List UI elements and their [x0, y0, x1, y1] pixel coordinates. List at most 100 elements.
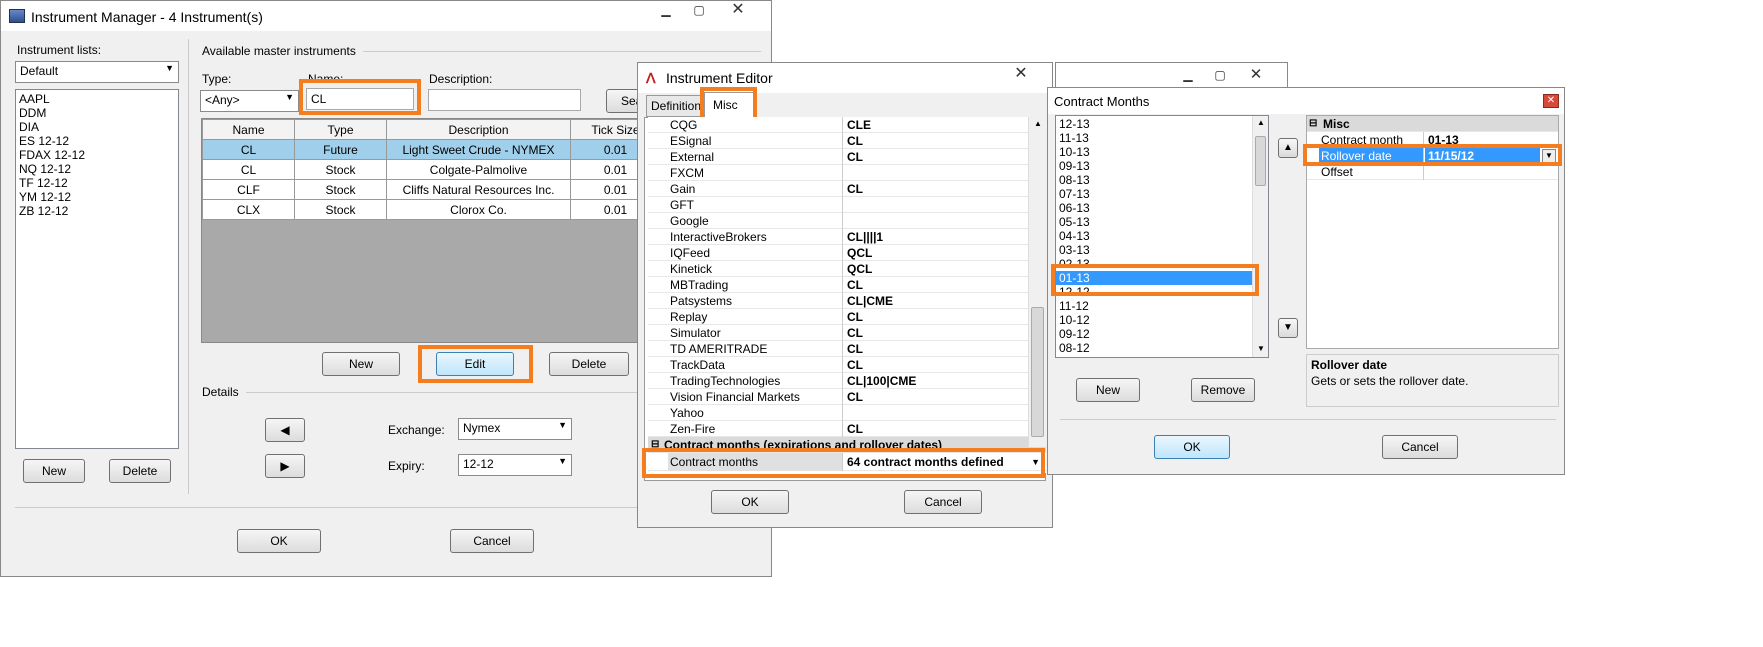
month-item[interactable]: 11-12 [1056, 299, 1268, 313]
exchange-select[interactable]: Nymex ▼ [458, 418, 572, 440]
column-header[interactable]: Type [294, 119, 387, 140]
next-arrow-button[interactable]: ▶ [265, 454, 305, 478]
ok-button[interactable]: OK [237, 529, 321, 553]
cm-cancel-button[interactable]: Cancel [1382, 435, 1458, 459]
property-row[interactable]: Yahoo [648, 405, 1046, 421]
month-item[interactable]: 07-13 [1056, 187, 1268, 201]
instrument-list[interactable]: AAPL DDM DIA ES 12-12 FDAX 12-12 NQ 12-12 TF 1… [15, 89, 179, 449]
move-up-button[interactable]: ▲ [1278, 138, 1298, 158]
bg-maximize-button[interactable]: ▢ [1205, 66, 1235, 86]
property-value[interactable]: CL [844, 325, 1026, 341]
month-item[interactable]: 12-13 [1056, 117, 1268, 131]
editor-ok-button[interactable]: OK [711, 490, 789, 514]
property-value[interactable]: CL [844, 341, 1026, 357]
scroll-up-icon[interactable]: ▲ [1257, 118, 1265, 127]
property-value[interactable]: CL [844, 277, 1026, 293]
delete-list-button[interactable]: Delete [109, 459, 171, 483]
list-item[interactable]: FDAX 12-12 [16, 148, 178, 162]
month-item[interactable]: 09-12 [1056, 327, 1268, 341]
description-input[interactable] [428, 89, 581, 111]
property-value[interactable]: QCL [844, 245, 1026, 261]
move-down-button[interactable]: ▼ [1278, 318, 1298, 338]
property-value[interactable]: CL [844, 421, 1026, 437]
editor-close-button[interactable]: ✕ [1006, 65, 1036, 85]
property-row[interactable]: External CL [648, 149, 1046, 165]
property-value[interactable]: CL [844, 309, 1026, 325]
previous-arrow-button[interactable]: ◀ [265, 418, 305, 442]
minimize-button[interactable]: ▁ [651, 1, 681, 21]
contract-month-list[interactable]: 12-13 11-13 10-13 09-13 08-13 07-13 06-13 05-13… [1055, 115, 1269, 358]
offset-row[interactable]: Offset [1307, 164, 1558, 180]
month-item[interactable]: 10-13 [1056, 145, 1268, 159]
new-month-button[interactable]: New [1076, 378, 1140, 402]
property-value[interactable]: CLE [844, 117, 1026, 133]
month-item[interactable]: 06-13 [1056, 201, 1268, 215]
cm-close-button[interactable]: ✕ [1543, 94, 1559, 108]
property-row[interactable]: Replay CL [648, 309, 1046, 325]
type-select[interactable]: <Any> ▼ [200, 90, 299, 112]
cancel-button[interactable]: Cancel [450, 529, 534, 553]
property-row[interactable]: Patsystems CL|CME [648, 293, 1046, 309]
property-row[interactable]: FXCM [648, 165, 1046, 181]
property-row[interactable]: ESignal CL [648, 133, 1046, 149]
property-row[interactable]: IQFeed QCL [648, 245, 1046, 261]
property-value[interactable]: CL [844, 133, 1026, 149]
bg-close-button[interactable]: ✕ [1241, 66, 1271, 86]
property-row[interactable]: Google [648, 213, 1046, 229]
property-row[interactable]: CQG CLE [648, 117, 1046, 133]
tab-definition[interactable]: Definition [646, 95, 704, 117]
list-item[interactable]: AAPL [16, 92, 178, 106]
property-value[interactable]: CL [844, 149, 1026, 165]
property-scrollbar[interactable]: ▲ [1028, 117, 1046, 447]
property-value[interactable]: CL||||1 [844, 229, 1026, 245]
property-row[interactable]: Gain CL [648, 181, 1046, 197]
month-item[interactable]: 08-12 [1056, 341, 1268, 355]
month-item[interactable]: 09-13 [1056, 159, 1268, 173]
property-grid[interactable]: CQG CLE ESignal CL External CL FXCM Gain CL GFT Go… [648, 117, 1046, 473]
property-row[interactable]: Vision Financial Markets CL [648, 389, 1046, 405]
scroll-up-icon[interactable]: ▲ [1034, 119, 1042, 128]
table-row[interactable]: CL Future Light Sweet Crude - NYMEX 0.01 [202, 139, 660, 160]
cm-ok-button[interactable]: OK [1154, 435, 1230, 459]
property-value[interactable]: QCL [844, 261, 1026, 277]
property-value[interactable]: CL [844, 357, 1026, 373]
property-row[interactable]: TrackData CL [648, 357, 1046, 373]
table-row[interactable]: CLX Stock Clorox Co. 0.01 [202, 199, 660, 220]
list-item[interactable]: ZB 12-12 [16, 204, 178, 218]
list-item[interactable]: TF 12-12 [16, 176, 178, 190]
maximize-button[interactable]: ▢ [684, 1, 714, 21]
month-item[interactable]: 10-12 [1056, 313, 1268, 327]
month-item[interactable]: 03-13 [1056, 243, 1268, 257]
column-header[interactable]: Name [202, 119, 295, 140]
new-list-button[interactable]: New [23, 459, 85, 483]
editor-cancel-button[interactable]: Cancel [904, 490, 982, 514]
property-value[interactable]: CL|CME [844, 293, 1026, 309]
column-header[interactable]: Description [386, 119, 571, 140]
property-row[interactable]: TD AMERITRADE CL [648, 341, 1046, 357]
list-item[interactable]: NQ 12-12 [16, 162, 178, 176]
instrument-list-select[interactable]: Default ▼ [15, 61, 179, 83]
delete-instrument-button[interactable]: Delete [549, 352, 629, 376]
property-row[interactable]: InteractiveBrokers CL||||1 [648, 229, 1046, 245]
list-item[interactable]: YM 12-12 [16, 190, 178, 204]
property-value[interactable]: CL|100|CME [844, 373, 1026, 389]
expiry-select[interactable]: 12-12 ▼ [458, 454, 572, 476]
month-item[interactable]: 08-13 [1056, 173, 1268, 187]
scroll-thumb[interactable] [1031, 307, 1044, 437]
property-value[interactable]: CL [844, 389, 1026, 405]
list-item[interactable]: ES 12-12 [16, 134, 178, 148]
close-button[interactable]: ✕ [723, 1, 753, 21]
property-row[interactable]: Simulator CL [648, 325, 1046, 341]
property-value[interactable]: CL [844, 181, 1026, 197]
bg-minimize-button[interactable]: ▁ [1173, 66, 1203, 86]
property-row[interactable]: MBTrading CL [648, 277, 1046, 293]
remove-month-button[interactable]: Remove [1191, 378, 1255, 402]
month-item[interactable]: 05-13 [1056, 215, 1268, 229]
list-item[interactable]: DDM [16, 106, 178, 120]
table-row[interactable]: CL Stock Colgate-Palmolive 0.01 [202, 159, 660, 180]
month-item[interactable]: 11-13 [1056, 131, 1268, 145]
new-instrument-button[interactable]: New [322, 352, 400, 376]
property-row[interactable]: GFT [648, 197, 1046, 213]
scroll-down-icon[interactable]: ▼ [1257, 344, 1265, 353]
property-row[interactable]: Zen-Fire CL [648, 421, 1046, 437]
